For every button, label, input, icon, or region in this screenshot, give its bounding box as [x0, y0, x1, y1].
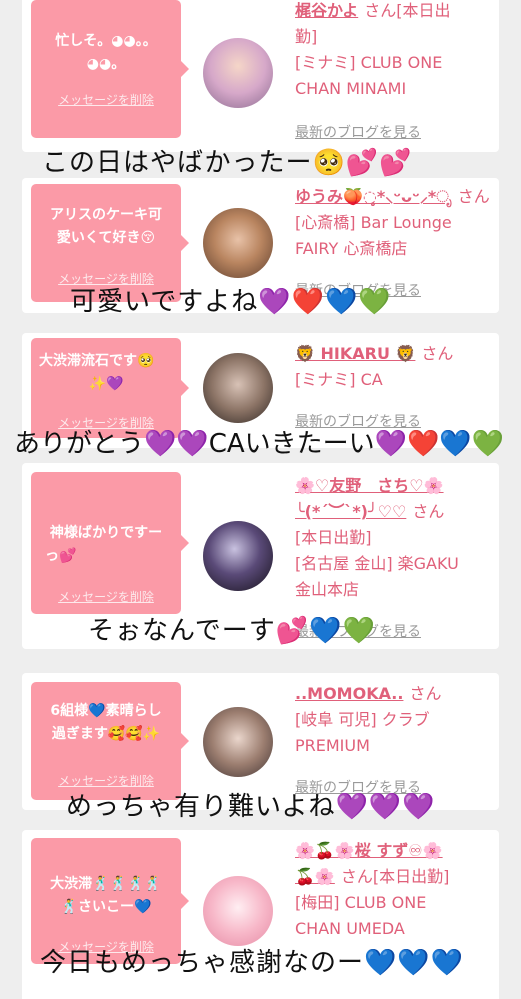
- avatar[interactable]: [203, 38, 273, 108]
- cast-name-link[interactable]: 🦁 HIKARU 🦁: [295, 344, 415, 363]
- cast-name-link[interactable]: ..MOMOKA..: [295, 684, 403, 703]
- message-text: 6組様💙素晴らし 過ぎます🥰🥰✨: [50, 703, 162, 742]
- delete-message-link[interactable]: メッセージを削除: [31, 586, 181, 609]
- cast-name-link-continued[interactable]: ╰(*´︶`*)╯♡♡: [295, 502, 406, 521]
- overlay-caption: 今日もめっちゃ感謝なのー💙💙💙: [40, 948, 465, 978]
- overlay-caption: めっちゃ有り難いよね💜💜💜: [66, 792, 436, 822]
- cast-name-link[interactable]: 🌸♡友野 さち♡🌸: [295, 476, 444, 495]
- message-text: アリスのケーキ可 愛いくて好き😚: [50, 207, 162, 246]
- message-card: 忙しそ。◕◕。。 ◕◕。 メッセージを削除 梶谷かよ さん[本日出 勤] [ミナミ…: [22, 0, 499, 152]
- cast-info: ..MOMOKA.. さん [岐阜 可児] クラブ PREMIUM: [295, 684, 442, 755]
- cast-info: 梶谷かよ さん[本日出 勤] [ミナミ] CLUB ONE CHAN MINAMI: [295, 1, 451, 98]
- message-text: 忙しそ。◕◕。。 ◕◕。: [55, 33, 157, 72]
- message-text: 大渋滞🕺🕺🕺🕺 🕺さいこー💙: [50, 876, 162, 915]
- avatar[interactable]: [203, 353, 273, 423]
- overlay-caption: この日はやばかったー🥺💕💕: [42, 148, 413, 178]
- overlay-caption: 可愛いですよね💜❤️💙💚: [70, 287, 392, 317]
- avatar[interactable]: [203, 876, 273, 946]
- cast-info: 🦁 HIKARU 🦁 さん [ミナミ] CA: [295, 344, 454, 389]
- cast-info: ゆうみ🍑◌̥̥̥̥*⸜ᵕᴗᵕ⸝*ೃ さん [心斎橋] Bar Lounge FAI…: [295, 187, 490, 258]
- avatar[interactable]: [203, 521, 273, 591]
- avatar[interactable]: [203, 707, 273, 777]
- cast-name-link[interactable]: 🌸🍒🌸桜 すず♾🌸: [295, 841, 443, 860]
- cast-name-link[interactable]: 梶谷かよ: [295, 1, 358, 20]
- message-bubble: 6組様💙素晴らし 過ぎます🥰🥰✨ メッセージを削除: [31, 682, 189, 800]
- cast-info: 🌸🍒🌸桜 すず♾🌸 🍒🌸 さん[本日出勤] [梅田] CLUB ONE CHAN …: [295, 841, 450, 938]
- avatar[interactable]: [203, 208, 273, 278]
- message-bubble: 神様ばかりですー っ💕 メッセージを削除: [31, 472, 189, 614]
- cast-name-link-continued[interactable]: 🍒🌸: [295, 867, 335, 886]
- delete-message-link[interactable]: メッセージを削除: [31, 89, 181, 112]
- message-text: 大渋滞流石です🥺 ✨💜: [39, 353, 155, 392]
- message-text: 神様ばかりですー っ💕: [45, 525, 163, 564]
- overlay-caption: そぉなんでーす💕💙💚: [88, 616, 376, 646]
- overlay-caption: ありがとう💜💜CAいきたーい💜❤️💙💚: [14, 429, 505, 459]
- message-bubble: 忙しそ。◕◕。。 ◕◕。 メッセージを削除: [31, 0, 189, 138]
- cast-name-link[interactable]: ゆうみ🍑◌̥̥̥̥*⸜ᵕᴗᵕ⸝*ೃ: [295, 187, 452, 206]
- cast-info: 🌸♡友野 さち♡🌸 ╰(*´︶`*)╯♡♡ さん [本日出勤] [名古屋 金山] …: [295, 476, 459, 599]
- latest-blog-link[interactable]: 最新のブログを見る: [295, 122, 421, 142]
